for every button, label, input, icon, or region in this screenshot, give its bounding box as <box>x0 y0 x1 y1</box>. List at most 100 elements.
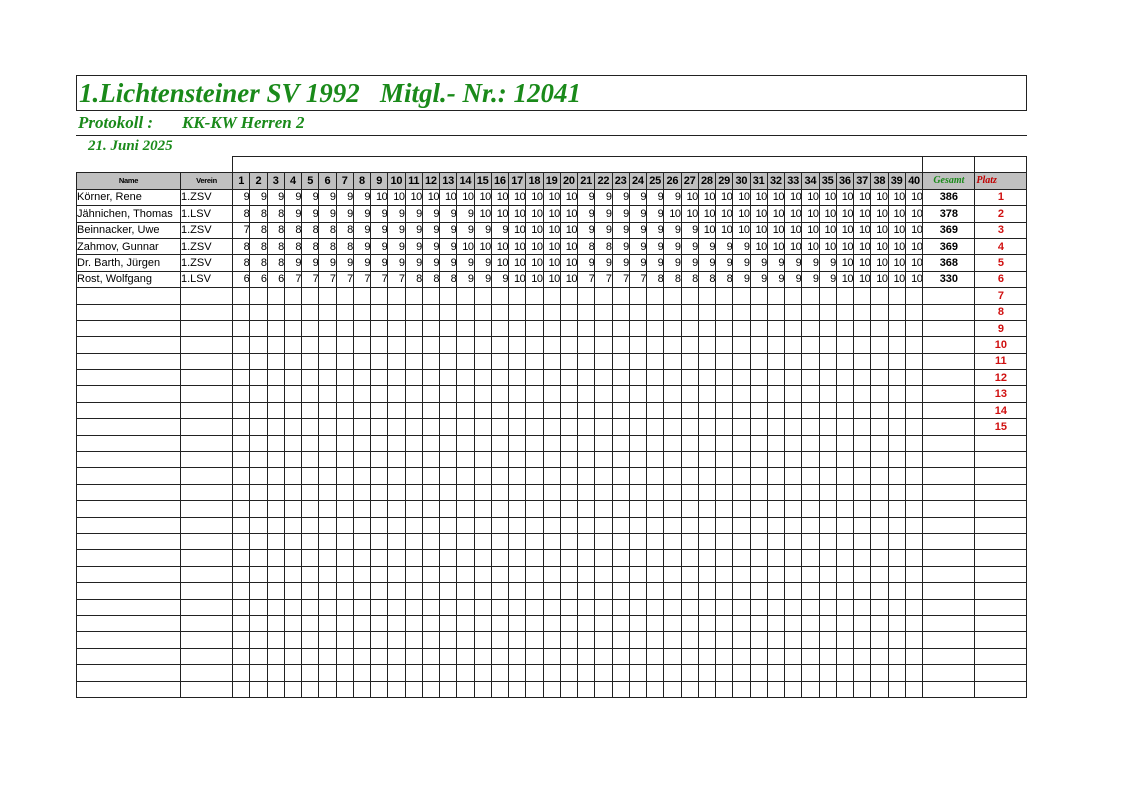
shot-score: 10 <box>490 237 510 256</box>
shot-score <box>697 582 717 600</box>
shot-score <box>507 565 527 584</box>
shot-score: 10 <box>887 237 906 256</box>
shot-score <box>559 319 579 338</box>
shot-score <box>783 500 803 518</box>
shot-score <box>318 565 337 584</box>
shot-score: 10 <box>749 205 768 223</box>
shot-score <box>680 451 699 469</box>
column-header-shot: 30 <box>732 172 751 190</box>
shot-score <box>783 451 803 469</box>
shot-score: 9 <box>456 254 475 272</box>
column-header-total: Gesamt <box>922 172 976 190</box>
shot-score <box>714 500 734 518</box>
column-header-shot: 9 <box>369 172 389 190</box>
shot-score <box>507 631 527 649</box>
shot-score <box>318 319 337 338</box>
shot-score: 10 <box>525 205 544 223</box>
shot-score <box>369 352 389 371</box>
shot-score <box>714 532 734 551</box>
shot-score <box>835 401 855 420</box>
shot-score: 10 <box>490 188 510 207</box>
shot-score <box>697 483 717 502</box>
shot-score: 7 <box>611 270 630 289</box>
shot-score <box>783 516 803 534</box>
shot-score <box>369 664 389 682</box>
shot-score <box>697 516 717 534</box>
shot-score: 10 <box>801 221 820 239</box>
shot-score <box>714 516 734 534</box>
shot-score <box>645 565 665 584</box>
shot-score <box>490 680 510 698</box>
shot-score <box>645 647 665 666</box>
shot-score <box>801 614 820 633</box>
shot-score: 9 <box>611 221 630 239</box>
shot-score <box>456 647 475 666</box>
shot-score: 9 <box>594 221 613 239</box>
shot-score: 10 <box>559 205 579 223</box>
shot-score <box>283 664 303 682</box>
shot-score: 9 <box>473 221 492 239</box>
shooter-name <box>76 631 181 649</box>
shot-score <box>231 352 251 371</box>
shot-score <box>749 549 768 567</box>
shot-score <box>352 352 372 371</box>
shot-score <box>318 352 337 371</box>
column-header-shot: 3 <box>266 172 285 190</box>
shot-score <box>611 516 630 534</box>
club-name: 1.ZSV <box>180 237 233 256</box>
shot-score <box>249 287 268 305</box>
shot-score <box>542 516 561 534</box>
shot-score <box>525 500 544 518</box>
shot-score <box>835 287 855 305</box>
shot-score <box>783 664 803 682</box>
shot-score <box>231 614 251 633</box>
shot-score <box>266 680 285 698</box>
shot-score <box>835 680 855 698</box>
shot-score <box>783 467 803 485</box>
shot-score <box>387 385 406 403</box>
empty-row <box>76 614 1028 633</box>
shot-score <box>576 287 596 305</box>
shot-score <box>904 500 924 518</box>
shot-score <box>801 319 820 338</box>
shot-score: 10 <box>525 221 544 239</box>
shot-score: 9 <box>352 188 372 207</box>
shot-score <box>421 680 441 698</box>
shot-score <box>594 532 613 551</box>
shot-score <box>714 647 734 666</box>
shot-score: 9 <box>611 237 630 256</box>
shot-score <box>283 303 303 321</box>
shot-score <box>852 385 872 403</box>
shot-score <box>663 369 682 387</box>
shot-score <box>283 582 303 600</box>
shot-score: 10 <box>904 270 924 289</box>
shot-score <box>680 565 699 584</box>
shot-score <box>490 664 510 682</box>
shot-score <box>749 434 768 453</box>
shot-score <box>369 385 389 403</box>
shot-score <box>887 319 906 338</box>
shot-score <box>783 434 803 453</box>
shot-score <box>887 369 906 387</box>
shot-score <box>732 631 751 649</box>
club-name <box>180 385 233 403</box>
shot-score <box>645 500 665 518</box>
shooter-name <box>76 369 181 387</box>
shot-score <box>283 549 303 567</box>
shot-score <box>300 467 320 485</box>
shot-score <box>231 336 251 354</box>
shot-score: 10 <box>887 270 906 289</box>
shot-score <box>835 549 855 567</box>
shot-score <box>438 369 458 387</box>
shooter-name <box>76 385 181 403</box>
shot-score <box>231 369 251 387</box>
shot-score: 10 <box>870 254 889 272</box>
shot-score <box>318 532 337 551</box>
shot-score <box>766 680 786 698</box>
shot-score <box>732 287 751 305</box>
shot-score <box>438 401 458 420</box>
total-score: 330 <box>922 270 976 289</box>
shot-score: 8 <box>231 237 251 256</box>
shot-score <box>438 500 458 518</box>
shot-score <box>335 483 354 502</box>
